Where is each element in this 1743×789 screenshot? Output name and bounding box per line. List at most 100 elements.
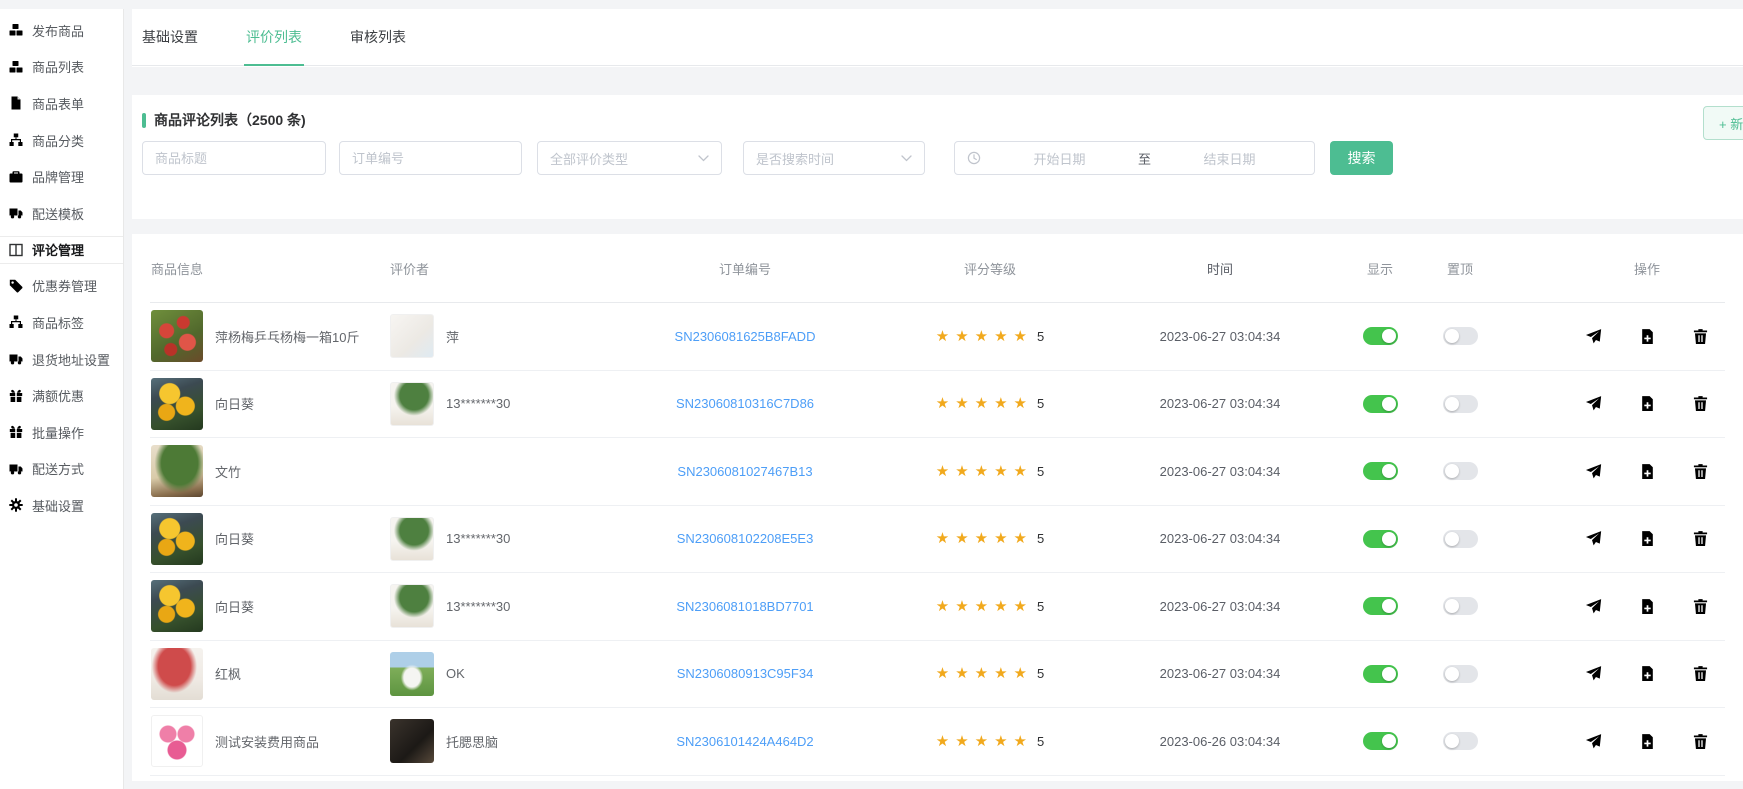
show-toggle[interactable] (1363, 327, 1398, 345)
delete-icon[interactable] (1692, 463, 1709, 480)
page-title: 商品评论列表（2500 条) (154, 110, 306, 130)
show-toggle[interactable] (1363, 462, 1398, 480)
tab-basic-settings[interactable]: 基础设置 (142, 9, 198, 66)
product-image (151, 310, 203, 362)
top-toggle[interactable] (1443, 462, 1478, 480)
tab-review-list[interactable]: 评价列表 (246, 9, 302, 66)
sidebar-item-label: 评论管理 (32, 240, 84, 259)
review-time: 2023-06-27 03:04:34 (1160, 599, 1281, 614)
time-search-select[interactable]: 是否搜索时间 (743, 141, 925, 175)
reviewer-avatar (390, 517, 434, 561)
delete-icon[interactable] (1692, 530, 1709, 547)
order-number-link[interactable]: SN2306081027467B13 (677, 464, 812, 479)
top-toggle[interactable] (1443, 327, 1478, 345)
top-toggle[interactable] (1443, 530, 1478, 548)
send-icon[interactable] (1585, 463, 1602, 480)
sidebar-item-product-form[interactable]: 商品表单 (0, 85, 123, 122)
top-toggle[interactable] (1443, 665, 1478, 683)
show-toggle[interactable] (1363, 395, 1398, 413)
review-time: 2023-06-27 03:04:34 (1160, 329, 1281, 344)
tab-audit-list[interactable]: 审核列表 (350, 9, 406, 66)
delete-icon[interactable] (1692, 733, 1709, 750)
file-add-icon[interactable] (1639, 598, 1656, 615)
order-number-link[interactable]: SN2306081018BD7701 (676, 599, 813, 614)
send-icon[interactable] (1585, 328, 1602, 345)
delete-icon[interactable] (1692, 395, 1709, 412)
sidebar-item-basic-settings[interactable]: 基础设置 (0, 487, 123, 524)
file-add-icon[interactable] (1639, 665, 1656, 682)
top-toggle[interactable] (1443, 597, 1478, 615)
order-number-link[interactable]: SN2306101424A464D2 (676, 734, 813, 749)
file-add-icon[interactable] (1639, 530, 1656, 547)
product-image (151, 378, 203, 430)
search-button[interactable]: 搜索 (1330, 141, 1393, 175)
show-toggle[interactable] (1363, 665, 1398, 683)
sidebar-item-full-discount[interactable]: 满额优惠 (0, 377, 123, 414)
order-number-link[interactable]: SN23060810316C7D86 (676, 396, 814, 411)
star-rating: ★★★★★ (936, 734, 1033, 749)
start-date-field[interactable]: 开始日期 (987, 149, 1132, 168)
sitemap-icon (9, 133, 23, 147)
product-image (151, 715, 203, 767)
show-toggle[interactable] (1363, 530, 1398, 548)
sidebar: 发布商品 商品列表 商品表单 商品分类 品牌管理 配送模板 评论管理 优惠券管理… (0, 9, 124, 789)
rating-value: 5 (1037, 666, 1044, 681)
delete-icon[interactable] (1692, 665, 1709, 682)
show-toggle[interactable] (1363, 732, 1398, 750)
order-no-input[interactable] (352, 151, 509, 166)
top-toggle[interactable] (1443, 732, 1478, 750)
product-name: 萍杨梅乒乓杨梅一箱10斤 (215, 327, 359, 346)
sidebar-item-label: 商品列表 (32, 57, 84, 76)
sidebar-item-batch-operation[interactable]: 批量操作 (0, 414, 123, 451)
order-number-link[interactable]: SN2306080913C95F34 (677, 666, 814, 681)
send-icon[interactable] (1585, 395, 1602, 412)
gear-icon (9, 498, 23, 512)
order-number-link[interactable]: SN230608102208E5E3 (677, 531, 814, 546)
reviewer-name: 13*******30 (446, 531, 510, 546)
delete-icon[interactable] (1692, 328, 1709, 345)
product-title-field[interactable] (142, 141, 326, 175)
send-icon[interactable] (1585, 733, 1602, 750)
rating-value: 5 (1037, 531, 1044, 546)
file-add-icon[interactable] (1639, 733, 1656, 750)
file-add-icon[interactable] (1639, 395, 1656, 412)
delete-icon[interactable] (1692, 598, 1709, 615)
review-type-select[interactable]: 全部评价类型 (537, 141, 722, 175)
reviewer-avatar (390, 652, 434, 696)
gift-icon (9, 425, 23, 439)
rating-value: 5 (1037, 329, 1044, 344)
sidebar-item-shipping-template[interactable]: 配送模板 (0, 195, 123, 232)
rating-value: 5 (1037, 599, 1044, 614)
sidebar-item-label: 发布商品 (32, 21, 84, 40)
sidebar-item-label: 商品分类 (32, 131, 84, 150)
reviewer-name: 13*******30 (446, 599, 510, 614)
filter-card: 商品评论列表（2500 条) + 新 全部评价类型 是否搜索时间 开始日期 至 (132, 95, 1743, 219)
table-row: 向日葵 13*******30 SN230608102208E5E3 ★★★★★… (150, 506, 1725, 574)
sidebar-item-coupon-management[interactable]: 优惠券管理 (0, 268, 123, 305)
sidebar-item-publish-product[interactable]: 发布商品 (0, 12, 123, 49)
sidebar-item-product-list[interactable]: 商品列表 (0, 49, 123, 86)
top-toggle[interactable] (1443, 395, 1478, 413)
date-range-picker[interactable]: 开始日期 至 结束日期 (954, 141, 1315, 175)
send-icon[interactable] (1585, 530, 1602, 547)
sidebar-item-product-tag[interactable]: 商品标签 (0, 304, 123, 341)
sidebar-item-label: 品牌管理 (32, 167, 84, 186)
sidebar-item-label: 配送模板 (32, 204, 84, 223)
sidebar-item-brand-management[interactable]: 品牌管理 (0, 158, 123, 195)
order-no-field[interactable] (339, 141, 522, 175)
send-icon[interactable] (1585, 665, 1602, 682)
title-accent-bar (142, 113, 146, 128)
product-title-input[interactable] (155, 151, 313, 166)
sidebar-item-comment-management[interactable]: 评论管理 (0, 236, 123, 264)
add-button[interactable]: + 新 (1703, 106, 1743, 140)
end-date-field[interactable]: 结束日期 (1157, 149, 1302, 168)
order-number-link[interactable]: SN2306081625B8FADD (675, 329, 816, 344)
sidebar-item-delivery-method[interactable]: 配送方式 (0, 451, 123, 488)
sidebar-item-product-category[interactable]: 商品分类 (0, 122, 123, 159)
sidebar-item-return-address[interactable]: 退货地址设置 (0, 341, 123, 378)
file-add-icon[interactable] (1639, 463, 1656, 480)
file-add-icon[interactable] (1639, 328, 1656, 345)
show-toggle[interactable] (1363, 597, 1398, 615)
send-icon[interactable] (1585, 598, 1602, 615)
reviewer-avatar (390, 719, 434, 763)
